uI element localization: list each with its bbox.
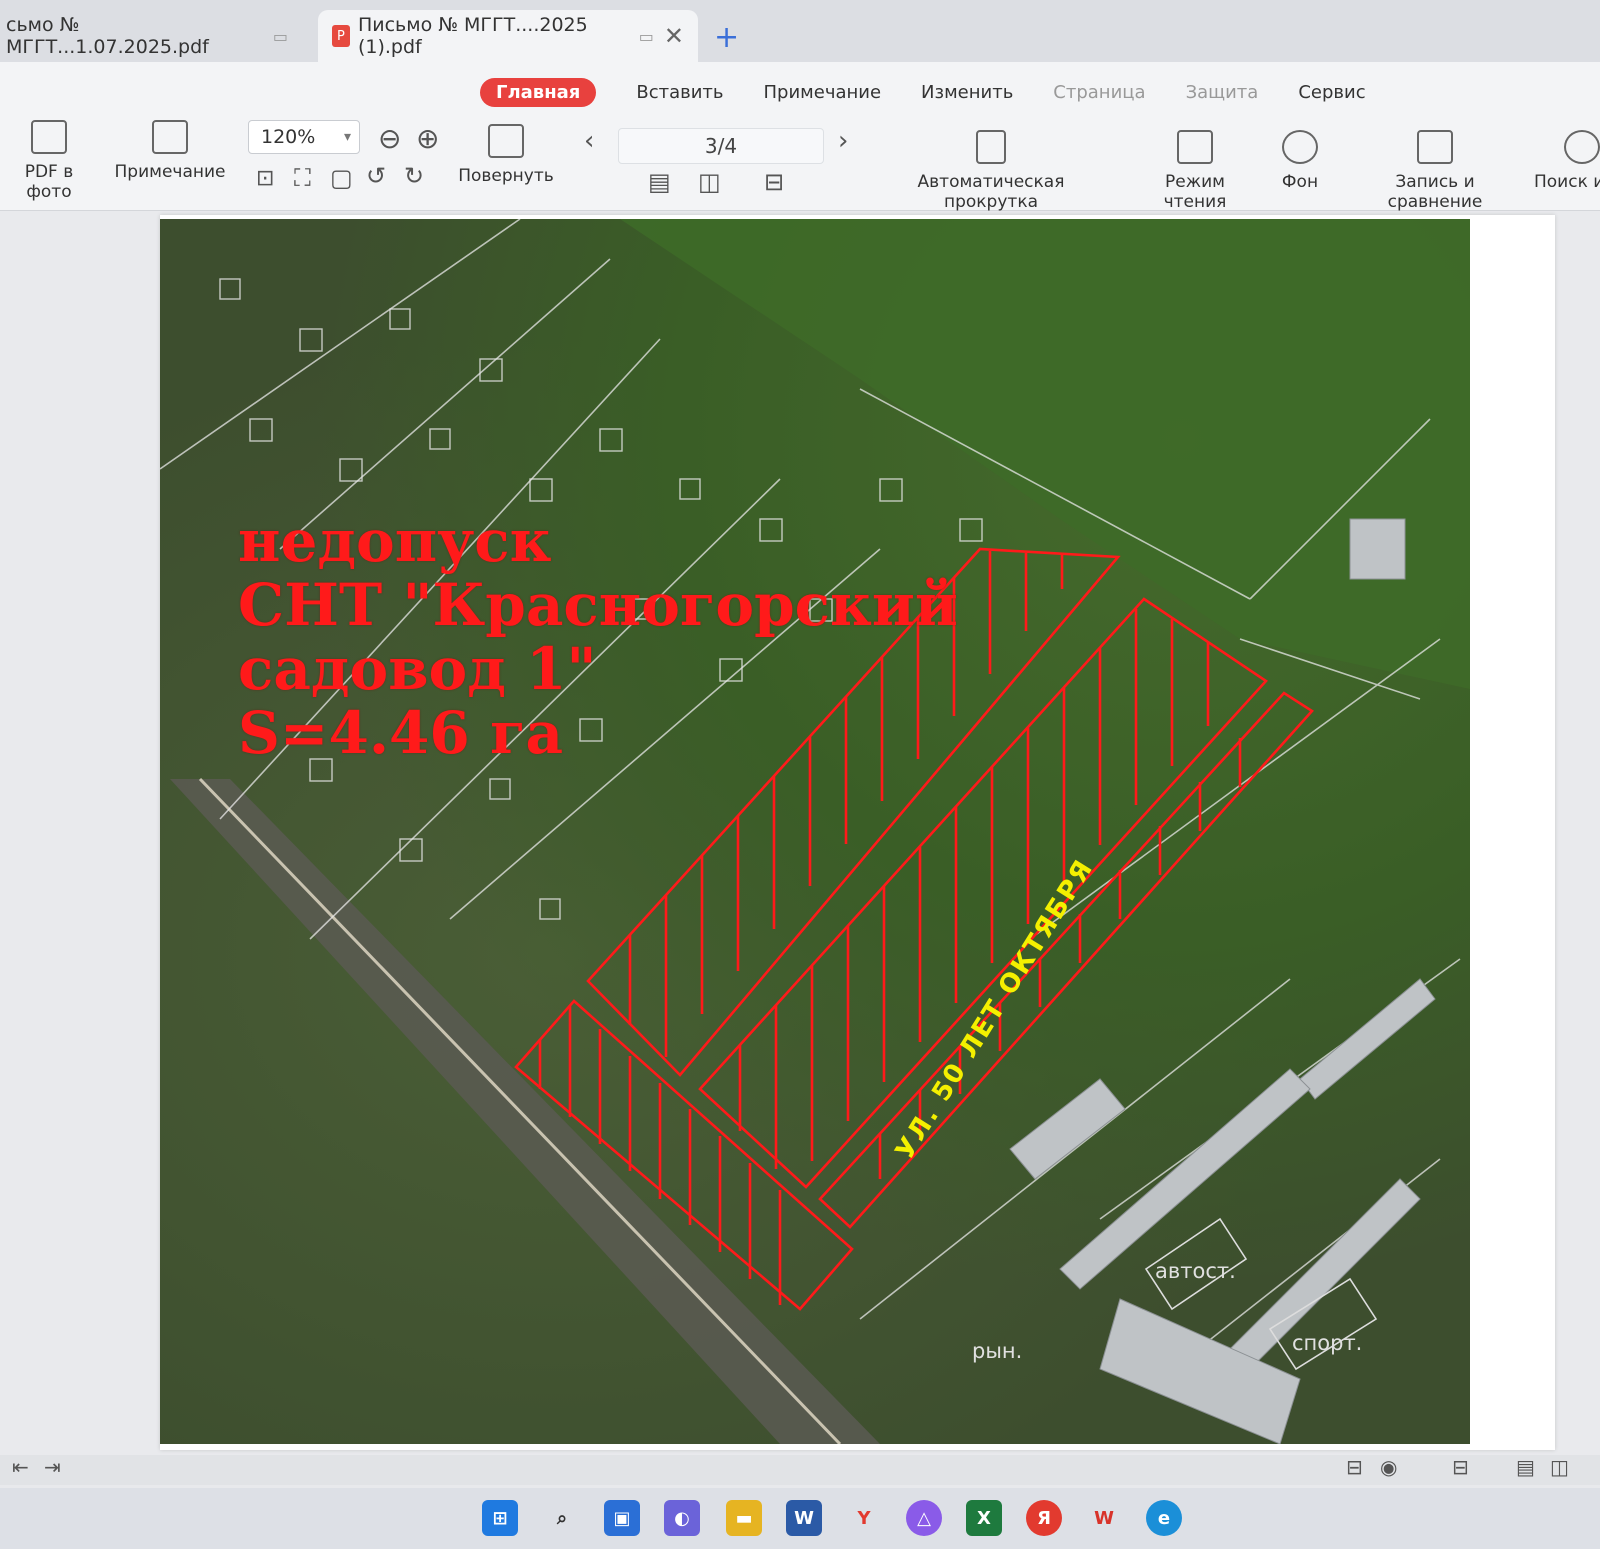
map-label-ryn: рын. bbox=[972, 1339, 1023, 1363]
pdf-icon: P bbox=[332, 25, 350, 47]
windows-start-icon[interactable]: ⊞ bbox=[482, 1500, 518, 1536]
note-icon bbox=[152, 120, 188, 154]
map-label-sport: спорт. bbox=[1292, 1331, 1363, 1355]
alice-icon[interactable]: △ bbox=[906, 1500, 942, 1536]
two-page-icon[interactable]: ◫ bbox=[698, 168, 721, 196]
collapse-left-icon[interactable]: ⇤ bbox=[12, 1455, 29, 1479]
search-button[interactable]: Поиск и bbox=[1534, 130, 1600, 192]
rotate-icon bbox=[488, 124, 524, 158]
prev-page-icon[interactable]: ‹ bbox=[584, 126, 594, 156]
background-label: Фон bbox=[1281, 172, 1319, 192]
note-label: Примечание bbox=[114, 162, 226, 182]
autoscroll-label: Автоматическая прокрутка bbox=[917, 172, 1065, 212]
image-icon bbox=[31, 120, 67, 154]
menu-page[interactable]: Страница bbox=[1053, 82, 1145, 103]
eye-icon bbox=[1282, 130, 1318, 164]
tab-label: Письмо № МГГТ....2025 (1).pdf bbox=[357, 14, 588, 58]
continuous-icon[interactable]: ⊟ bbox=[764, 168, 784, 196]
annotation-line-4: S=4.46 га bbox=[238, 699, 564, 767]
zoom-select[interactable]: 120% ▾ bbox=[248, 120, 360, 154]
continuous-view-icon[interactable]: ⊟ bbox=[1452, 1455, 1469, 1479]
wps-icon[interactable]: W bbox=[1086, 1500, 1122, 1536]
menu-service[interactable]: Сервис bbox=[1298, 82, 1365, 103]
compare-icon bbox=[1417, 130, 1453, 164]
pdf-to-photo-label: PDF в фото bbox=[24, 162, 74, 202]
yandex-icon[interactable]: Я bbox=[1026, 1500, 1062, 1536]
tab-bar: сьмо № МГГТ...1.07.2025.pdf ▭ P Письмо №… bbox=[0, 0, 1600, 62]
autoscroll-icon bbox=[976, 130, 1006, 164]
yandex-browser-icon[interactable]: Y bbox=[846, 1500, 882, 1536]
menu-insert[interactable]: Вставить bbox=[636, 82, 723, 103]
fit-page-icon[interactable]: ⛶ bbox=[294, 164, 311, 192]
close-icon[interactable]: ✕ bbox=[664, 22, 684, 50]
edge-icon[interactable]: e bbox=[1146, 1500, 1182, 1536]
single-page-view-icon[interactable]: ▤ bbox=[1516, 1455, 1535, 1479]
expand-right-icon[interactable]: ⇥ bbox=[44, 1455, 61, 1479]
pin-icon[interactable]: ▭ bbox=[273, 27, 288, 46]
aerial-map: недопуск СНТ "Красногорский садовод 1" S… bbox=[160, 219, 1470, 1444]
actual-size-icon[interactable]: ⊡ bbox=[256, 166, 274, 191]
search-icon bbox=[1564, 130, 1600, 164]
rotate-right-icon[interactable]: ↻ bbox=[404, 162, 424, 190]
note-button[interactable]: Примечание bbox=[114, 120, 226, 182]
annotation-line-3: садовод 1" bbox=[238, 635, 597, 703]
chat-icon[interactable]: ◐ bbox=[664, 1500, 700, 1536]
word-icon[interactable]: W bbox=[786, 1500, 822, 1536]
file-explorer-icon[interactable]: ▬ bbox=[726, 1500, 762, 1536]
chevron-down-icon: ▾ bbox=[343, 129, 351, 145]
tab-document-1[interactable]: сьмо № МГГТ...1.07.2025.pdf ▭ bbox=[0, 10, 302, 62]
main-menu: Главная Вставить Примечание Изменить Стр… bbox=[480, 78, 1406, 107]
pdf-to-photo-button[interactable]: PDF в фото bbox=[0, 120, 98, 202]
rotate-button[interactable]: Повернуть bbox=[454, 124, 558, 186]
map-annotation: недопуск СНТ "Красногорский садовод 1" S… bbox=[238, 509, 958, 765]
search-icon[interactable]: ⌕ bbox=[544, 1500, 580, 1536]
menu-protect[interactable]: Защита bbox=[1186, 82, 1259, 103]
page-input[interactable]: 3/4 bbox=[618, 128, 824, 164]
pin-icon[interactable]: ▭ bbox=[639, 27, 654, 46]
reading-mode-button[interactable]: Режим чтения bbox=[1132, 130, 1258, 212]
ribbon: Главная Вставить Примечание Изменить Стр… bbox=[0, 62, 1600, 212]
page-indicator: 3/4 bbox=[704, 134, 738, 158]
search-label: Поиск и bbox=[1534, 172, 1600, 192]
map-svg bbox=[160, 219, 1470, 1444]
document-viewer[interactable]: недопуск СНТ "Красногорский садовод 1" S… bbox=[0, 211, 1600, 1469]
record-compare-button[interactable]: Запись и сравнение bbox=[1350, 130, 1520, 212]
fit-icon[interactable]: ⊟ bbox=[1346, 1455, 1363, 1479]
background-button[interactable]: Фон bbox=[1272, 130, 1328, 192]
eye-icon[interactable]: ◉ bbox=[1380, 1455, 1397, 1479]
rotate-left-icon[interactable]: ↺ bbox=[366, 162, 386, 190]
record-compare-label: Запись и сравнение bbox=[1387, 172, 1483, 212]
excel-icon[interactable]: X bbox=[966, 1500, 1002, 1536]
tab-label: сьмо № МГГТ...1.07.2025.pdf bbox=[6, 14, 209, 58]
zoom-out-icon[interactable]: ⊖ bbox=[378, 122, 401, 155]
map-label-avtost: автост. bbox=[1155, 1259, 1236, 1283]
next-page-icon[interactable]: › bbox=[838, 126, 848, 156]
zoom-in-icon[interactable]: ⊕ bbox=[416, 122, 439, 155]
menu-note[interactable]: Примечание bbox=[764, 82, 882, 103]
task-view-icon[interactable]: ▣ bbox=[604, 1500, 640, 1536]
two-page-view-icon[interactable]: ◫ bbox=[1550, 1455, 1569, 1479]
status-bar: ⇤ ⇥ ⊟ ◉ ⊟ ▤ ◫ bbox=[0, 1455, 1600, 1485]
rail-line bbox=[198, 777, 842, 1444]
reading-mode-label: Режим чтения bbox=[1163, 172, 1227, 212]
annotation-line-1: недопуск bbox=[238, 507, 552, 575]
rotate-label: Повернуть bbox=[458, 166, 554, 186]
zoom-value: 120% bbox=[261, 126, 316, 148]
tab-document-2[interactable]: P Письмо № МГГТ....2025 (1).pdf ▭ ✕ bbox=[318, 10, 698, 62]
menu-home[interactable]: Главная bbox=[480, 78, 597, 107]
add-tab-icon[interactable]: + bbox=[714, 20, 739, 55]
single-page-icon[interactable]: ▤ bbox=[648, 168, 671, 196]
fit-width-icon[interactable]: ▢ bbox=[330, 164, 353, 192]
annotation-line-2: СНТ "Красногорский bbox=[238, 571, 958, 639]
book-icon bbox=[1177, 130, 1213, 164]
menu-edit[interactable]: Изменить bbox=[921, 82, 1013, 103]
taskbar: ⊞ ⌕ ▣ ◐ ▬ W Y △ X Я W e bbox=[0, 1488, 1600, 1549]
autoscroll-button[interactable]: Автоматическая прокрутка bbox=[876, 130, 1106, 212]
